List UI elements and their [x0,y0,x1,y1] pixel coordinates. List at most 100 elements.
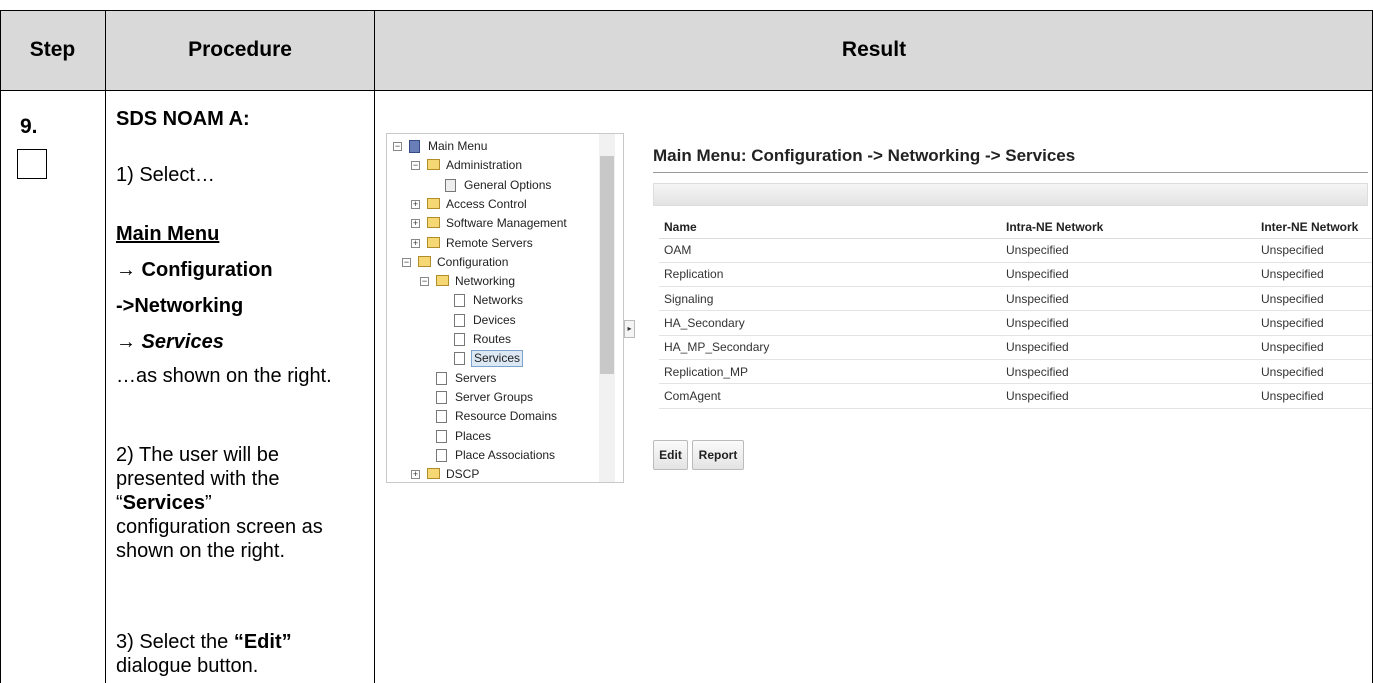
cell-intra-ne-network: Unspecified [1001,383,1256,409]
shown-text: …as shown on the right. [116,365,332,387]
tree-item-label: Devices [473,312,516,327]
cell-name: HA_Secondary [659,310,1001,336]
collapse-icon[interactable]: − [402,257,411,267]
step-3-edit-bold: “Edit” [233,631,292,653]
cell-inter-ne-network: Unspecified [1256,359,1372,385]
page-icon [436,410,447,424]
procedure-step-2: 2) The user will be presented with the “… [116,443,366,563]
step-number: 9. [20,115,38,138]
tree-item-routes[interactable]: Routes [387,331,597,348]
tree-item-configuration[interactable]: − Configuration [387,254,597,271]
expand-icon[interactable]: + [411,470,420,480]
page-icon [436,429,447,443]
step-divider [105,10,106,683]
toolbar-bar [653,183,1368,206]
tree-item-label: Remote Servers [446,235,533,250]
folder-icon [427,236,440,248]
tree-item-access-control[interactable]: + Access Control [387,196,597,213]
services-table: Name Intra-NE Network Inter-NE Network O… [659,217,1372,409]
tree-item-label: Configuration [437,254,509,269]
title-divider [653,172,1368,173]
procedure-heading: SDS NOAM A: [116,108,250,130]
procedure-step-3: 3) Select the “Edit” dialogue button. [116,630,366,678]
expand-icon[interactable]: + [411,219,420,229]
cell-name: Signaling [659,286,1001,312]
page-icon [454,294,465,308]
cell-inter-ne-network: Unspecified [1256,310,1372,336]
page-icon [454,352,465,366]
open-folder-icon [436,275,449,287]
tree-item-label: General Options [464,177,552,192]
step-2-quote-open: “ [116,492,123,514]
cell-name: Replication [659,262,1001,288]
tree-item-place-associations[interactable]: Place Associations [387,447,597,464]
cell-intra-ne-network: Unspecified [1001,262,1256,288]
tree-item-services[interactable]: Services [387,350,597,368]
collapse-icon[interactable]: − [420,277,429,287]
edit-button[interactable]: Edit [653,440,688,470]
tree-item-resource-domains[interactable]: Resource Domains [387,408,597,425]
tree-item-label: Access Control [446,196,527,211]
tree-item-devices[interactable]: Devices [387,312,597,329]
navigation-tree: − Main Menu − Administration General Options… [386,133,624,483]
tree-item-label: Networking [455,274,516,289]
column-intra-ne-network: Intra-NE Network [1001,217,1256,239]
table-row[interactable]: HA_MP_Secondary Unspecified Unspecified [659,335,1372,360]
collapse-panel-handle[interactable]: ▸ [624,320,635,338]
page-title: Main Menu: Configuration -> Networking -… [653,146,1076,165]
tree-item-label: Main Menu [428,139,488,153]
page-icon [436,390,447,404]
tree-item-servers[interactable]: Servers [387,370,597,387]
header-bottom-border [0,90,1373,91]
cell-intra-ne-network: Unspecified [1001,286,1256,312]
column-name: Name [659,217,1001,239]
open-folder-icon [418,255,431,267]
report-button[interactable]: Report [692,440,744,470]
procedure-divider [374,10,375,683]
step-header: Step [0,10,105,90]
table-row[interactable]: Signaling Unspecified Unspecified [659,286,1372,312]
cell-intra-ne-network: Unspecified [1001,359,1256,385]
tree-item-general-options[interactable]: General Options [387,177,597,194]
page-icon [436,371,447,385]
step-2-quote-close: ” [204,492,212,514]
tree-item-main-menu[interactable]: − Main Menu [387,138,597,155]
page-icon [454,313,465,327]
tree-item-server-groups[interactable]: Server Groups [387,389,597,406]
tree-item-label: Server Groups [455,389,534,404]
step-checkbox[interactable] [17,149,47,179]
tree-item-label: Servers [455,370,497,385]
cell-name: Replication_MP [659,359,1001,385]
expand-icon[interactable]: + [411,238,420,248]
tree-item-dscp[interactable]: + DSCP [387,466,597,482]
tree-item-remote-servers[interactable]: + Remote Servers [387,235,597,252]
tree-item-places[interactable]: Places [387,428,597,445]
folder-icon [427,217,440,229]
cell-inter-ne-network: Unspecified [1256,335,1372,360]
tree-scrollbar-thumb[interactable] [600,156,614,374]
tree-item-label: Software Management [446,216,567,231]
table-row[interactable]: Replication_MP Unspecified Unspecified [659,359,1372,385]
column-inter-ne-network: Inter-NE Network [1256,217,1372,239]
expand-icon[interactable]: + [411,199,420,209]
collapse-icon[interactable]: − [411,161,420,171]
table-row[interactable]: Replication Unspecified Unspecified [659,262,1372,288]
options-icon [445,178,456,192]
tree-item-networks[interactable]: Networks [387,292,597,309]
cell-inter-ne-network: Unspecified [1256,262,1372,288]
cell-inter-ne-network: Unspecified [1256,238,1372,263]
tree-item-software-management[interactable]: + Software Management [387,215,597,232]
table-row[interactable]: OAM Unspecified Unspecified [659,238,1372,263]
menu-path-networking: ->Networking [116,295,244,317]
menu-path-main: Main Menu [116,223,220,245]
tree-item-administration[interactable]: − Administration [387,157,597,174]
result-header: Result [375,10,1373,90]
procedure-document: Step Procedure Result 9. SDS NOAM A: 1) … [0,0,1373,683]
table-row[interactable]: ComAgent Unspecified Unspecified [659,383,1372,409]
cell-name: OAM [659,238,1001,263]
tree-item-networking[interactable]: − Networking [387,273,597,290]
cell-name: HA_MP_Secondary [659,335,1001,360]
cell-inter-ne-network: Unspecified [1256,383,1372,409]
collapse-icon[interactable]: − [393,142,402,151]
table-row[interactable]: HA_Secondary Unspecified Unspecified [659,310,1372,336]
